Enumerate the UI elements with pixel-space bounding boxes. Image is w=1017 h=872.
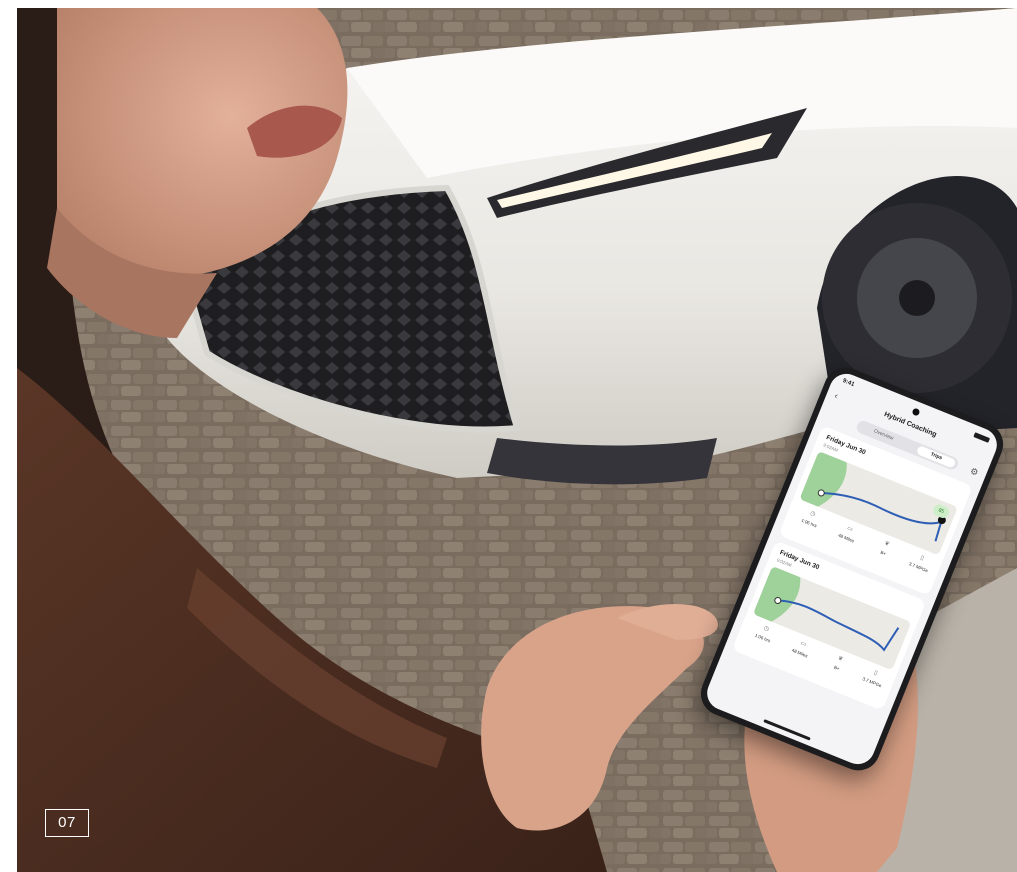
status-time: 9:41 [841, 378, 856, 389]
battery-icon [973, 432, 991, 443]
photo-frame: 9:41 ‹ Hybrid Coaching Overview Trips ⚙ … [17, 8, 1017, 872]
page-number-badge: 07 [45, 809, 89, 837]
gear-icon[interactable]: ⚙ [968, 466, 980, 479]
